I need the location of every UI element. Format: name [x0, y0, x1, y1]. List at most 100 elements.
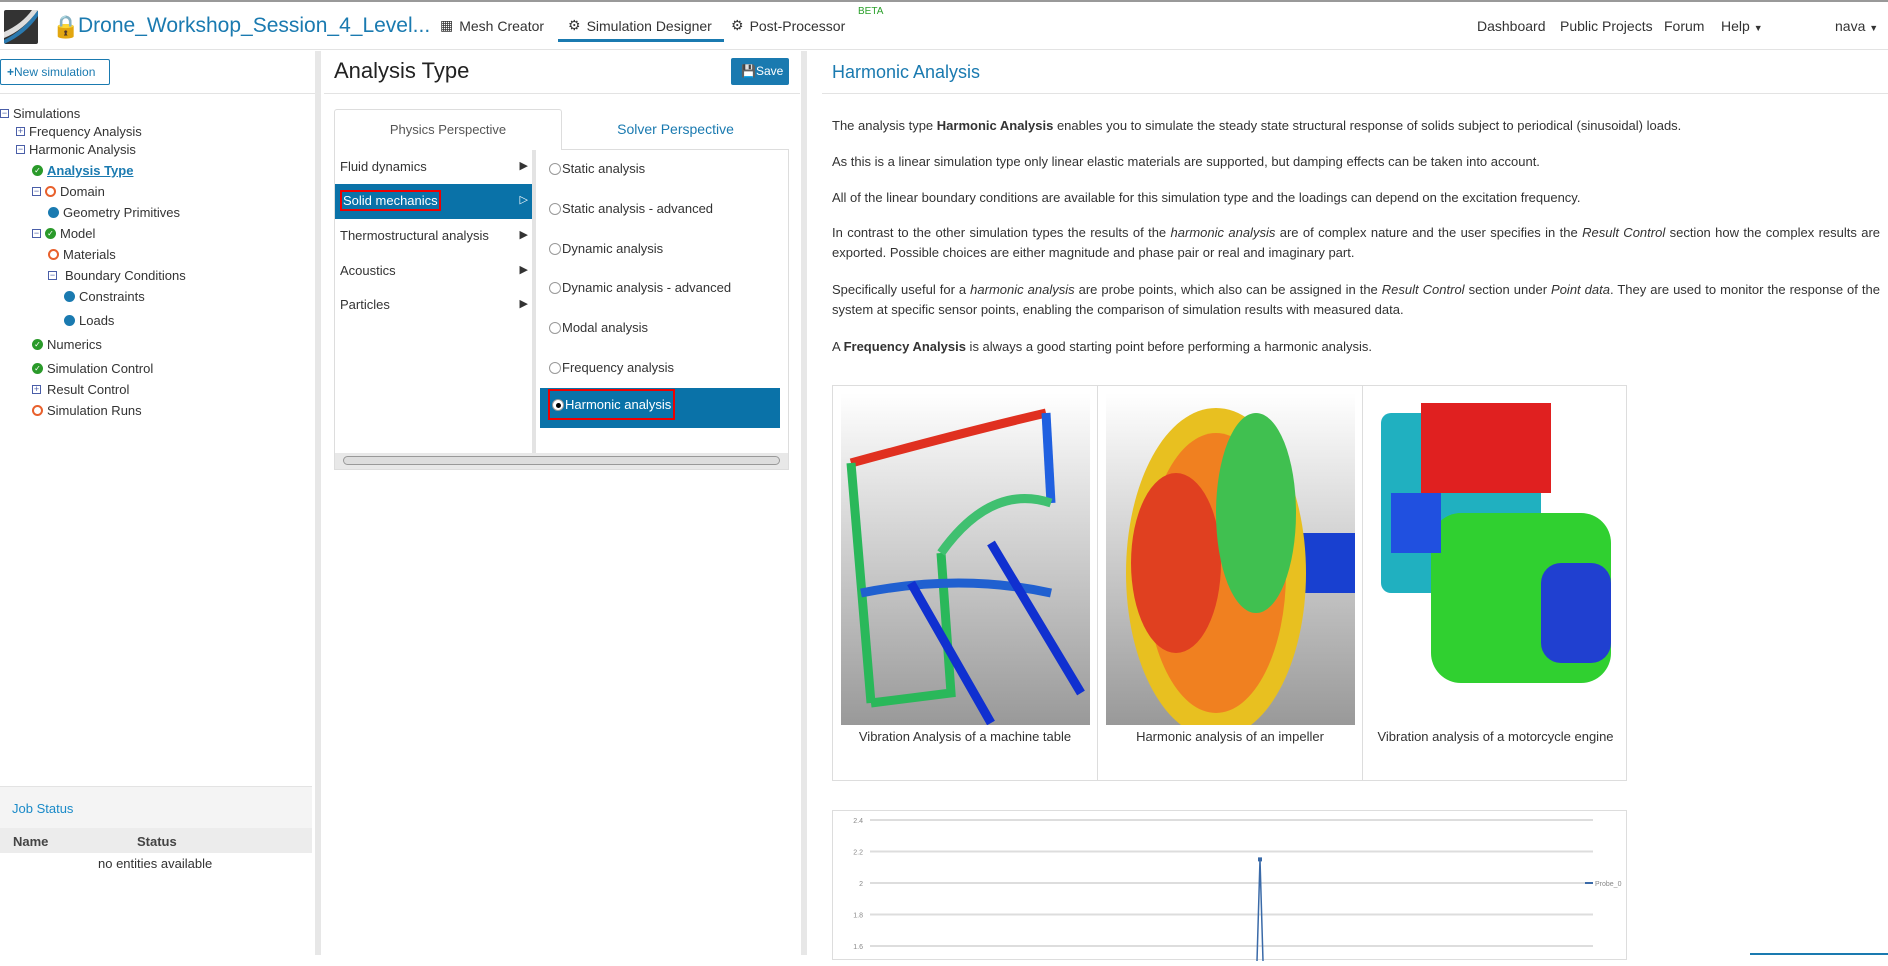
gallery-item: Harmonic analysis of an impeller	[1098, 386, 1363, 780]
tree-harmonic-analysis[interactable]: − Harmonic Analysis	[16, 142, 136, 157]
option-harmonic[interactable]: Harmonic analysis	[548, 389, 676, 420]
help-paragraph: Specifically useful for a harmonic analy…	[832, 282, 1880, 317]
save-button[interactable]: 💾Save	[731, 58, 789, 85]
tree-result-control[interactable]: + Result Control	[32, 382, 129, 397]
help-paragraph: In contrast to the other simulation type…	[832, 225, 1881, 260]
category-solid-mechanics[interactable]: Solid mechanics ▷	[335, 184, 532, 219]
radio-icon[interactable]	[549, 321, 561, 334]
expand-icon[interactable]: +	[16, 127, 25, 136]
radio-icon[interactable]	[549, 162, 561, 175]
nav-post-processor[interactable]: ⚙ Post-Processor	[731, 17, 845, 34]
nav-public-projects[interactable]: Public Projects	[1560, 18, 1653, 34]
radio-icon[interactable]	[549, 202, 561, 215]
option-frequency[interactable]: Frequency analysis	[549, 360, 674, 375]
logo[interactable]	[4, 10, 38, 44]
new-simulation-button[interactable]: +New simulation	[0, 59, 110, 85]
tree-domain[interactable]: − Domain	[32, 184, 105, 199]
tree-simulations[interactable]: − Simulations	[0, 106, 80, 121]
tree-numerics[interactable]: ✓ Numerics	[32, 337, 102, 352]
tree-geometry-primitives[interactable]: Geometry Primitives	[48, 205, 180, 220]
legend-label: Probe_0	[1595, 881, 1622, 888]
divider	[0, 93, 315, 94]
incomplete-icon	[48, 249, 59, 260]
project-title[interactable]: Drone_Workshop_Session_4_Level...	[78, 14, 430, 38]
tree-loads[interactable]: Loads	[64, 313, 114, 328]
horizontal-scrollbar[interactable]	[335, 453, 788, 469]
category-fluid-dynamics[interactable]: Fluid dynamics ▶	[335, 150, 532, 185]
collapse-icon[interactable]: −	[32, 229, 41, 238]
column-splitter[interactable]	[532, 150, 536, 454]
gallery-caption: Harmonic analysis of an impeller	[1136, 729, 1324, 744]
option-static-advanced[interactable]: Static analysis - advanced	[549, 201, 713, 216]
job-status-header: Job Status	[0, 786, 312, 828]
radio-checked-icon[interactable]	[552, 398, 564, 411]
divider	[822, 93, 1888, 94]
user-menu[interactable]: nava ▼	[1835, 18, 1878, 34]
plus-icon: +	[7, 65, 15, 79]
arrow-right-icon: ▷	[519, 194, 528, 206]
check-icon: ✓	[32, 165, 43, 176]
collapse-icon[interactable]: −	[32, 187, 41, 196]
gallery-caption: Vibration Analysis of a machine table	[858, 729, 1072, 744]
tree-materials[interactable]: Materials	[48, 247, 116, 262]
gallery-caption: Vibration analysis of a motorcycle engin…	[1377, 729, 1614, 744]
gallery-item: Vibration Analysis of a machine table	[833, 386, 1098, 780]
check-icon: ✓	[32, 363, 43, 374]
help-title: Harmonic Analysis	[832, 62, 981, 82]
tree-analysis-type[interactable]: ✓ Analysis Type	[32, 163, 133, 178]
lock-icon: 🔒	[52, 14, 80, 39]
job-table-header: Name Status	[0, 828, 312, 853]
tree-simulation-control[interactable]: ✓ Simulation Control	[32, 361, 153, 376]
y-tick-label: 2.2	[853, 850, 863, 857]
tab-solver-perspective[interactable]: Solver Perspective	[562, 109, 789, 150]
radio-icon[interactable]	[549, 361, 561, 374]
option-dynamic-advanced[interactable]: Dynamic analysis - advanced	[549, 280, 731, 295]
right-splitter[interactable]	[801, 51, 807, 955]
expand-icon[interactable]: +	[32, 385, 41, 394]
radio-icon[interactable]	[549, 281, 561, 294]
grid-icon: ▦	[440, 17, 454, 33]
machine-table-image	[841, 393, 1090, 725]
y-tick-label: 1.6	[853, 944, 863, 951]
arrow-right-icon: ▶	[519, 229, 528, 241]
option-static[interactable]: Static analysis	[549, 161, 645, 176]
nav-forum[interactable]: Forum	[1664, 18, 1704, 34]
category-thermostructural[interactable]: Thermostructural analysis ▶	[335, 219, 532, 254]
collapse-icon[interactable]: −	[16, 145, 25, 154]
option-dynamic[interactable]: Dynamic analysis	[549, 241, 663, 256]
impeller-image	[1106, 393, 1355, 725]
collapse-icon[interactable]: −	[48, 271, 57, 280]
tree-frequency-analysis[interactable]: + Frequency Analysis	[16, 124, 142, 139]
tree-simulation-runs[interactable]: Simulation Runs	[32, 403, 142, 418]
check-icon: ✓	[45, 228, 56, 239]
nav-help[interactable]: Help ▼	[1721, 18, 1763, 34]
radio-icon[interactable]	[549, 242, 561, 255]
tab-physics-perspective[interactable]: Physics Perspective	[334, 109, 562, 150]
y-tick-label: 1.8	[853, 913, 863, 920]
page-title: Analysis Type	[334, 58, 470, 83]
gears-icon: ⚙	[568, 17, 581, 33]
y-tick-label: 2.4	[853, 818, 863, 825]
motorcycle-engine-image	[1371, 393, 1620, 725]
nav-mesh-creator[interactable]: ▦ Mesh Creator	[440, 17, 544, 34]
tree-constraints[interactable]: Constraints	[64, 289, 145, 304]
nav-dashboard[interactable]: Dashboard	[1477, 18, 1546, 34]
arrow-right-icon: ▶	[519, 160, 528, 172]
arrow-right-icon: ▶	[519, 264, 528, 276]
tree-model[interactable]: − ✓ Model	[32, 226, 95, 241]
job-empty-text: no entities available	[98, 856, 213, 871]
left-splitter[interactable]	[315, 51, 321, 955]
floppy-icon: 💾	[741, 64, 756, 78]
category-particles[interactable]: Particles ▶	[335, 288, 532, 323]
tree-boundary-conditions[interactable]: − Boundary Conditions	[48, 268, 186, 283]
nav-simulation-designer[interactable]: ⚙ Simulation Designer	[558, 17, 724, 42]
header: 🔒 Drone_Workshop_Session_4_Level... ▦ Mes…	[0, 2, 1888, 50]
gear-icon: ⚙	[731, 17, 744, 33]
collapse-icon[interactable]: −	[0, 109, 9, 118]
option-modal[interactable]: Modal analysis	[549, 320, 648, 335]
category-acoustics[interactable]: Acoustics ▶	[335, 254, 532, 289]
divider	[324, 93, 800, 94]
data-point	[1258, 857, 1262, 862]
dot-icon	[48, 207, 59, 218]
dot-icon	[64, 291, 75, 302]
